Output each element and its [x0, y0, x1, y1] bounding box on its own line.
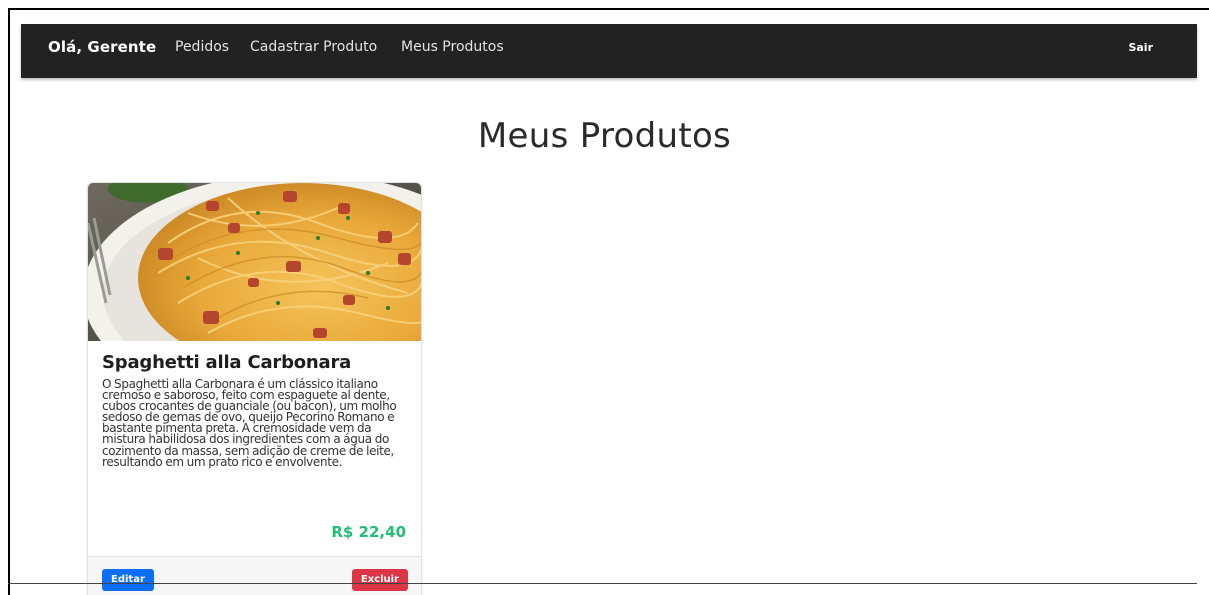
bottom-divider — [8, 583, 1197, 584]
nav-link-meus-produtos[interactable]: Meus Produtos — [401, 39, 504, 55]
product-card: Spaghetti alla Carbonara O Spaghetti all… — [87, 182, 422, 595]
product-name: Spaghetti alla Carbonara — [102, 352, 352, 373]
product-card-footer: Editar Excluir — [88, 556, 421, 595]
product-price: R$ 22,40 — [331, 523, 406, 541]
page-title: Meus Produtos — [477, 116, 732, 156]
product-card-body: Spaghetti alla Carbonara O Spaghetti all… — [102, 352, 408, 468]
nav-link-pedidos[interactable]: Pedidos — [175, 39, 229, 55]
delete-button[interactable]: Excluir — [351, 569, 408, 591]
edit-button[interactable]: Editar — [102, 569, 154, 591]
product-description: O Spaghetti alla Carbonara é um clássico… — [102, 377, 397, 469]
greeting-brand[interactable]: Olá, Gerente — [48, 38, 156, 56]
nav-link-cadastrar-produto[interactable]: Cadastrar Produto — [250, 39, 377, 55]
product-image — [88, 183, 421, 341]
logout-button[interactable]: Sair — [1128, 41, 1153, 54]
top-navbar: Olá, Gerente Pedidos Cadastrar Produto M… — [21, 24, 1197, 78]
